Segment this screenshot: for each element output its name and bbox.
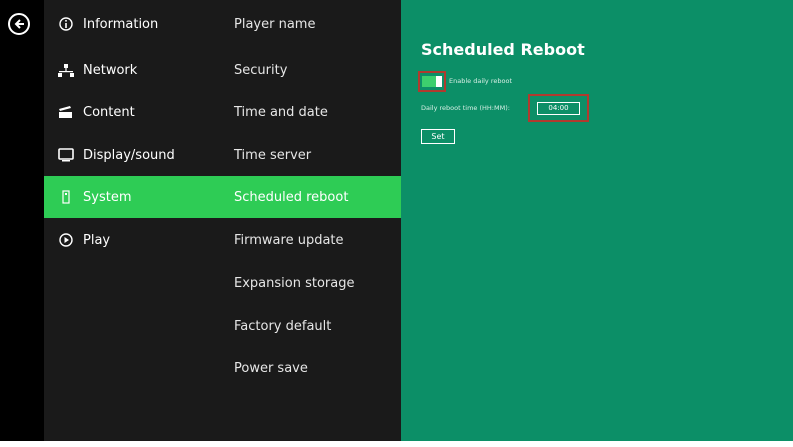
category-content[interactable]: Content [44, 91, 218, 133]
submenu-item-security[interactable]: Security [218, 49, 401, 91]
content-icon [57, 103, 75, 121]
submenu-item-time-and-date[interactable]: Time and date [218, 91, 401, 133]
system-icon [57, 188, 75, 206]
category-label: Play [83, 232, 111, 248]
category-label: Display/sound [83, 147, 175, 163]
submenu-label: Factory default [234, 318, 332, 334]
submenu-item-time-server[interactable]: Time server [218, 134, 401, 176]
app-window: Information Network Content Display/soun… [0, 0, 793, 441]
category-display-sound[interactable]: Display/sound [44, 134, 218, 176]
category-play[interactable]: Play [44, 219, 218, 261]
submenu-label: Time server [234, 147, 312, 163]
category-label: Network [83, 62, 138, 78]
set-button[interactable]: Set [421, 129, 455, 144]
back-button[interactable] [8, 13, 30, 35]
network-icon [57, 61, 75, 79]
category-menu: Information Network Content Display/soun… [44, 0, 218, 441]
enable-daily-reboot-toggle[interactable] [422, 76, 442, 87]
submenu-label: Power save [234, 360, 308, 376]
daily-reboot-time-label: Daily reboot time (HH:MM): [421, 104, 510, 112]
category-label: Content [83, 104, 135, 120]
panel-title: Scheduled Reboot [421, 40, 585, 59]
category-network[interactable]: Network [44, 49, 218, 91]
category-information[interactable]: Information [44, 3, 218, 45]
submenu-item-power-save[interactable]: Power save [218, 347, 401, 389]
toggle-knob [436, 76, 442, 87]
display-icon [57, 146, 75, 164]
submenu-item-factory-default[interactable]: Factory default [218, 305, 401, 347]
reboot-time-input[interactable] [537, 101, 580, 115]
play-icon [57, 231, 75, 249]
back-strip [0, 0, 44, 441]
submenu-label: Expansion storage [234, 275, 355, 291]
category-label: System [83, 189, 132, 205]
settings-panel: Scheduled Reboot Enable daily reboot Dai… [401, 0, 793, 441]
submenu-label: Security [234, 62, 288, 78]
toggle-highlight [418, 71, 446, 92]
submenu-item-scheduled-reboot[interactable]: Scheduled reboot [218, 176, 401, 218]
submenu-label: Scheduled reboot [234, 189, 349, 205]
submenu-item-expansion-storage[interactable]: Expansion storage [218, 262, 401, 304]
submenu-label: Firmware update [234, 232, 344, 248]
submenu-item-firmware-update[interactable]: Firmware update [218, 219, 401, 261]
category-label: Information [83, 16, 159, 32]
info-icon [57, 15, 75, 33]
submenu-label: Time and date [234, 104, 328, 120]
time-input-highlight [528, 94, 589, 122]
category-system[interactable]: System [44, 176, 218, 218]
submenu: Player name Security Time and date Time … [218, 0, 401, 441]
submenu-item-player-name[interactable]: Player name [218, 3, 401, 45]
arrow-left-icon [14, 19, 24, 29]
enable-daily-reboot-label: Enable daily reboot [449, 77, 512, 85]
submenu-label: Player name [234, 16, 316, 32]
